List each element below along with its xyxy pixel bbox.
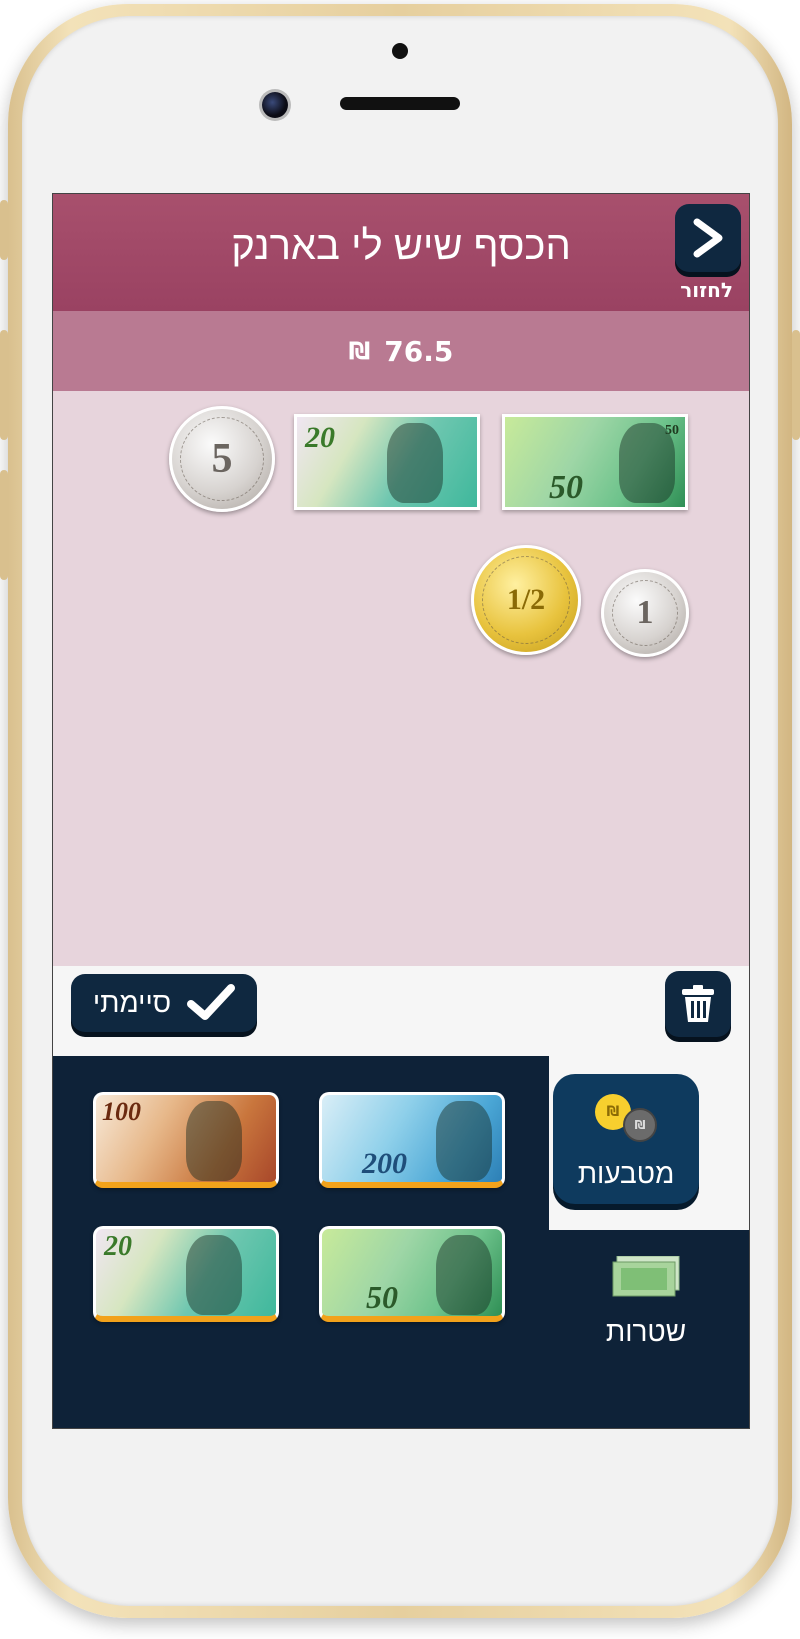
done-button[interactable]: סיימתי xyxy=(71,974,257,1032)
tray-note-20[interactable]: 20 xyxy=(93,1226,279,1322)
note-denomination: 20 xyxy=(104,1231,132,1262)
chevron-right-icon xyxy=(693,218,723,258)
front-camera xyxy=(262,92,288,118)
tray-note-50[interactable]: 50 xyxy=(319,1226,505,1322)
note-denomination: 200 xyxy=(362,1147,407,1180)
note-denomination: 100 xyxy=(102,1097,141,1126)
trash-icon xyxy=(682,985,714,1022)
tab-notes[interactable]: שטרות xyxy=(573,1256,719,1406)
wallet-note-20[interactable]: 20 xyxy=(294,414,480,510)
delete-button[interactable] xyxy=(665,971,731,1037)
money-tray: ₪ ₪ מטבעות שטרות 200 100 50 20 xyxy=(53,1056,749,1428)
banknotes-icon xyxy=(612,1256,680,1297)
coin-icon: ₪ xyxy=(623,1108,657,1142)
app-screen: הכסף שיש לי בארנק לחזור ₪ 76.5 50 50 20 … xyxy=(52,193,750,1429)
earpiece-speaker xyxy=(340,97,460,110)
done-label: סיימתי xyxy=(92,987,172,1018)
coin-rim xyxy=(612,580,678,646)
wallet-coin-half[interactable]: 1/2 xyxy=(471,545,581,655)
wallet-area: 50 50 20 5 1 1/2 xyxy=(53,391,749,966)
currency-symbol: ₪ xyxy=(348,337,371,365)
coin-rim xyxy=(482,556,570,644)
back-button[interactable] xyxy=(675,204,741,272)
note-denomination: 50 xyxy=(549,469,583,506)
page-title: הכסף שיש לי בארנק xyxy=(231,224,571,268)
note-corner-value: 50 xyxy=(665,423,679,438)
proximity-sensor xyxy=(392,43,408,59)
banknote-portrait xyxy=(387,423,443,503)
total-amount: 76.5 xyxy=(384,334,454,368)
total-bar: ₪ 76.5 xyxy=(53,311,749,391)
checkmark-icon xyxy=(187,984,236,1020)
banknote-portrait xyxy=(186,1235,242,1315)
wallet-coin-5[interactable]: 5 xyxy=(169,406,275,512)
note-denomination: 50 xyxy=(366,1279,398,1315)
app-header: הכסף שיש לי בארנק לחזור xyxy=(53,194,749,311)
banknote-portrait xyxy=(186,1101,242,1181)
phone-power-button xyxy=(792,330,800,440)
banknote-portrait xyxy=(436,1101,492,1181)
tab-coins[interactable]: ₪ ₪ מטבעות xyxy=(553,1074,699,1204)
tab-label: שטרות xyxy=(605,1316,687,1347)
back-label: לחזור xyxy=(680,278,733,302)
coin-rim xyxy=(180,417,264,501)
tab-label: מטבעות xyxy=(577,1158,675,1189)
phone-volume-down xyxy=(0,470,8,580)
wallet-note-50[interactable]: 50 50 xyxy=(502,414,688,510)
phone-mute-switch xyxy=(0,200,8,260)
tray-note-200[interactable]: 200 xyxy=(319,1092,505,1188)
phone-volume-up xyxy=(0,330,8,440)
tray-note-100[interactable]: 100 xyxy=(93,1092,279,1188)
wallet-coin-1[interactable]: 1 xyxy=(601,569,689,657)
note-denomination: 20 xyxy=(305,421,335,454)
banknote-portrait xyxy=(436,1235,492,1315)
